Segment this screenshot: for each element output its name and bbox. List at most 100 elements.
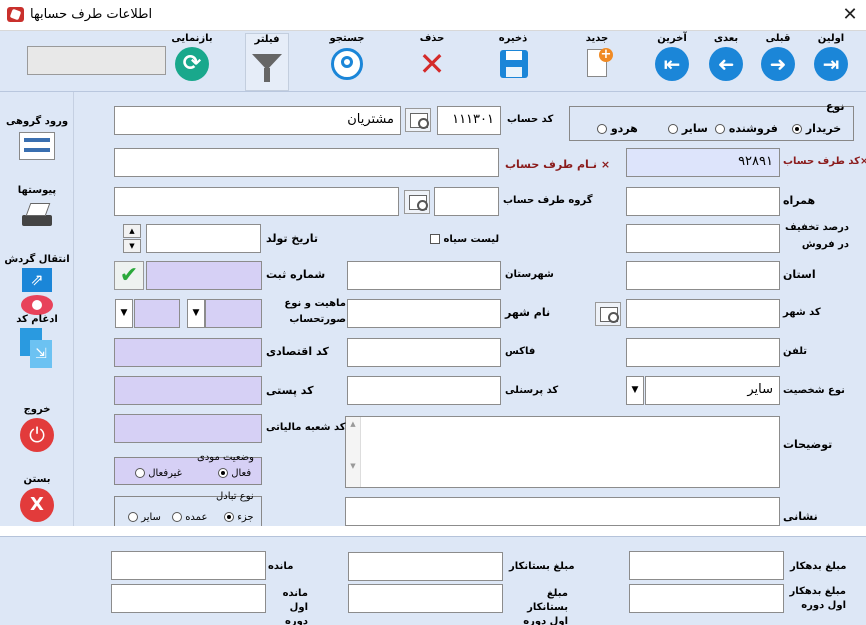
description-label: توضیحات xyxy=(783,438,833,451)
scrollbar[interactable]: ▲ ▼ xyxy=(346,417,361,487)
tax-branch-input[interactable] xyxy=(114,414,262,443)
chevron-down-icon[interactable]: ▼ xyxy=(187,299,205,328)
debit-input[interactable] xyxy=(629,551,784,580)
chevron-down-icon[interactable]: ▼ xyxy=(626,376,644,405)
fax-label: فاکس xyxy=(505,346,536,357)
window-title: اطلاعات طرف حسابها xyxy=(30,7,153,22)
group-code-input[interactable] xyxy=(434,187,499,216)
exchange-part-radio[interactable]: جزء xyxy=(224,511,254,525)
invoice-type-select[interactable] xyxy=(205,299,262,328)
required-marker: × xyxy=(600,158,611,171)
birthdate-input[interactable] xyxy=(146,224,261,253)
spin-down-icon[interactable]: ▼ xyxy=(123,239,141,253)
reg-no-input[interactable] xyxy=(146,261,262,290)
radio-icon xyxy=(792,124,802,134)
province-label: استان xyxy=(783,268,816,281)
group-name-input[interactable] xyxy=(114,187,399,216)
delete-label: حذف xyxy=(419,33,445,44)
type-both-radio[interactable]: هردو xyxy=(597,122,638,136)
person-type-select[interactable]: سایر xyxy=(645,376,780,405)
debit-open-label: مبلغ بدهکار اول دوره xyxy=(789,586,846,611)
last-record-button[interactable]: آخرین ⇤ xyxy=(650,33,694,89)
save-button[interactable]: ذخیره xyxy=(491,33,535,89)
party-code-input[interactable]: ۹۲۸۹۱ xyxy=(626,148,780,177)
description-textarea[interactable] xyxy=(345,416,780,488)
lookup-icon[interactable] xyxy=(405,108,431,132)
debit-open-input[interactable] xyxy=(629,584,784,613)
attachments-label: پیوستها xyxy=(17,185,57,196)
spin-up-icon[interactable]: ▲ xyxy=(123,224,141,238)
type-seller-label: فروشنده xyxy=(728,122,778,135)
close-button[interactable]: بستن X xyxy=(4,474,70,522)
city-name-input[interactable] xyxy=(347,299,501,328)
close-label: بستن xyxy=(23,474,51,485)
province-input[interactable] xyxy=(626,261,780,290)
chevron-down-icon[interactable]: ▼ xyxy=(115,299,133,328)
account-name-input[interactable]: مشتریان xyxy=(114,106,401,135)
party-name-input[interactable] xyxy=(114,148,499,177)
transfer-button[interactable]: انتقال گردش ⇗ xyxy=(4,254,70,315)
party-name-label: × نـام طرف حساب xyxy=(505,158,610,172)
county-input[interactable] xyxy=(347,261,501,290)
economic-code-input[interactable] xyxy=(114,338,262,367)
credit-input[interactable] xyxy=(348,552,503,581)
account-code-input[interactable]: ۱۱۱۳۰۱ xyxy=(437,106,501,135)
next-record-button[interactable]: بعدی ➜ xyxy=(704,33,748,89)
group-entry-button[interactable]: ورود گروهی xyxy=(4,116,70,160)
balance-open-input[interactable] xyxy=(111,584,266,613)
taxpayer-active-radio[interactable]: فعال xyxy=(218,467,251,481)
discount-input[interactable] xyxy=(626,224,780,253)
attachments-button[interactable]: پیوستها xyxy=(4,185,70,227)
blacklist-checkbox[interactable]: لیست سیاه xyxy=(430,233,499,247)
new-record-button[interactable]: جدید + xyxy=(575,33,619,89)
credit-open-input[interactable] xyxy=(348,584,503,613)
close-window-button[interactable]: ✕ xyxy=(838,4,862,26)
lookup-icon[interactable] xyxy=(404,190,430,214)
economic-code-label: کد اقتصادی xyxy=(266,345,329,358)
checkmark-icon[interactable]: ✔ xyxy=(114,261,144,290)
transfer-label: انتقال گردش xyxy=(4,254,70,265)
exchange-title: نوع تبادل xyxy=(216,491,254,502)
app-icon xyxy=(7,7,24,22)
search-button[interactable]: جستجو xyxy=(325,33,369,89)
search-label: جستجو xyxy=(329,33,365,44)
exchange-wholesale-label: عمده xyxy=(185,512,208,523)
lookup-icon[interactable] xyxy=(595,302,621,326)
party-name-text: نـام طرف حساب xyxy=(505,158,598,171)
filter-label: فیلتر xyxy=(254,34,280,45)
exit-label: خروج xyxy=(23,404,51,415)
merge-code-button[interactable]: ادغام کد ⇲ xyxy=(4,314,70,372)
address-input[interactable] xyxy=(345,497,780,526)
mobile-input[interactable] xyxy=(626,187,780,216)
refresh-button[interactable]: بازنمایی ⟳ xyxy=(170,33,214,89)
fax-input[interactable] xyxy=(347,338,501,367)
exit-button[interactable]: خروج ⏻ xyxy=(4,404,70,452)
balance-input[interactable] xyxy=(111,551,266,580)
filter-button[interactable]: فیلتر xyxy=(245,33,289,91)
type-other-radio[interactable]: سایر xyxy=(668,122,708,136)
filter-funnel-icon xyxy=(250,48,284,82)
list-icon xyxy=(19,132,55,160)
nature-select[interactable] xyxy=(134,299,180,328)
city-code-label: کد شهر xyxy=(783,307,821,318)
exchange-other-radio[interactable]: سایر xyxy=(128,511,161,525)
phone-input[interactable] xyxy=(626,338,780,367)
search-icon xyxy=(330,47,364,81)
type-buyer-radio[interactable]: خریدار xyxy=(792,122,841,136)
toolbar-status-box xyxy=(27,46,166,75)
exchange-wholesale-radio[interactable]: عمده xyxy=(172,511,207,525)
sidebar: ورود گروهی پیوستها انتقال گردش ⇗ ادغام ک… xyxy=(0,92,74,526)
skip-first-icon: ⇥ xyxy=(814,47,848,81)
first-record-button[interactable]: اولین ⇥ xyxy=(809,33,853,89)
postal-code-input[interactable] xyxy=(114,376,262,405)
birthdate-label: تاریخ تولد xyxy=(266,232,318,245)
prev-record-button[interactable]: قبلی ➜ xyxy=(756,33,800,89)
city-code-input[interactable] xyxy=(626,299,780,328)
scanner-icon xyxy=(20,203,54,227)
radio-icon xyxy=(224,512,234,522)
taxpayer-inactive-radio[interactable]: غیرفعال xyxy=(135,467,182,481)
type-seller-radio[interactable]: فروشنده xyxy=(715,122,778,136)
group-label: گروه طرف حساب xyxy=(503,195,593,206)
personnel-code-input[interactable] xyxy=(347,376,501,405)
delete-button[interactable]: حذف ✕ xyxy=(410,33,454,89)
